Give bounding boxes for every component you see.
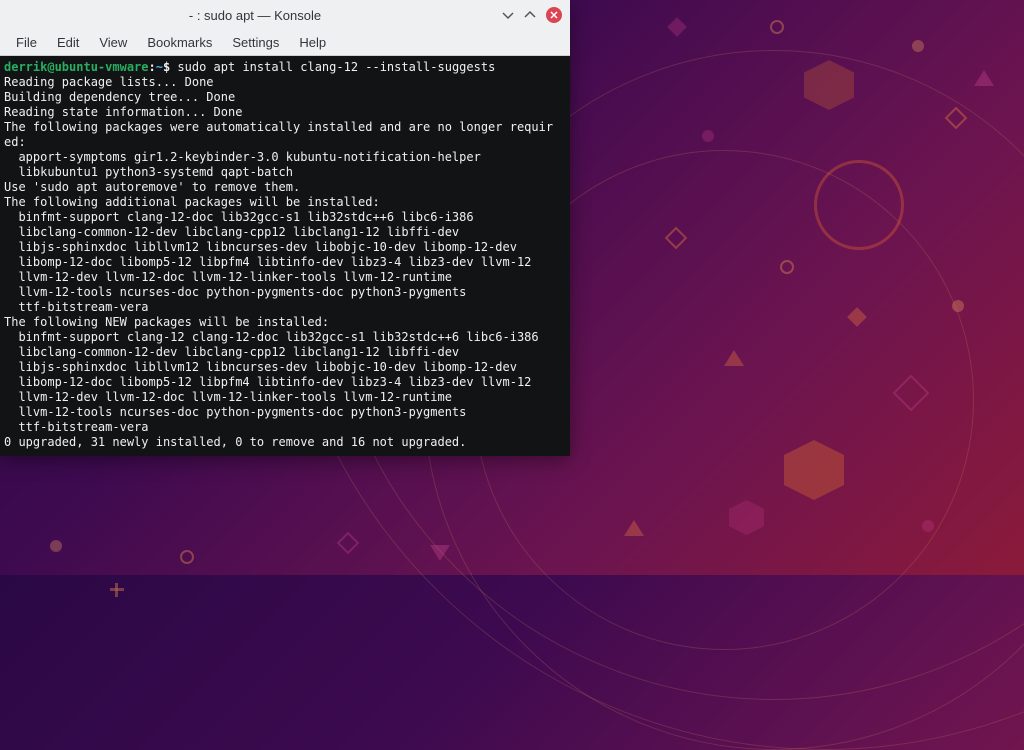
menu-bookmarks[interactable]: Bookmarks [137,32,222,53]
maximize-button[interactable] [524,9,536,21]
terminal-line: The following additional packages will b… [4,195,564,210]
terminal-line: libclang-common-12-dev libclang-cpp12 li… [4,225,564,240]
terminal-line: Building dependency tree... Done [4,90,564,105]
menu-settings[interactable]: Settings [222,32,289,53]
terminal-line: libkubuntu1 python3-systemd qapt-batch [4,165,564,180]
terminal-line: llvm-12-dev llvm-12-doc llvm-12-linker-t… [4,270,564,285]
terminal-line: Reading package lists... Done [4,75,564,90]
terminal-line: libjs-sphinxdoc libllvm12 libncurses-dev… [4,360,564,375]
terminal-line: libomp-12-doc libomp5-12 libpfm4 libtinf… [4,255,564,270]
terminal-line: libomp-12-doc libomp5-12 libpfm4 libtinf… [4,375,564,390]
terminal-line: libclang-common-12-dev libclang-cpp12 li… [4,345,564,360]
terminal-line: 0 upgraded, 31 newly installed, 0 to rem… [4,435,564,450]
terminal-line: ed: [4,135,564,150]
terminal-line: llvm-12-tools ncurses-doc python-pygment… [4,405,564,420]
terminal-line: ttf-bitstream-vera [4,300,564,315]
minimize-button[interactable] [502,9,514,21]
menu-edit[interactable]: Edit [47,32,89,53]
menu-view[interactable]: View [89,32,137,53]
terminal-line: The following NEW packages will be insta… [4,315,564,330]
terminal-output[interactable]: derrik@ubuntu-vmware:~$ sudo apt install… [0,56,570,456]
terminal-line: binfmt-support clang-12 clang-12-doc lib… [4,330,564,345]
terminal-line: Use 'sudo apt autoremove' to remove them… [4,180,564,195]
window-titlebar[interactable]: - : sudo apt — Konsole [0,0,570,30]
window-title: - : sudo apt — Konsole [8,8,502,23]
konsole-window: - : sudo apt — Konsole File Edit View Bo… [0,0,570,456]
terminal-line: apport-symptoms gir1.2-keybinder-3.0 kub… [4,150,564,165]
prompt-line: derrik@ubuntu-vmware:~$ sudo apt install… [4,60,564,75]
terminal-line: llvm-12-tools ncurses-doc python-pygment… [4,285,564,300]
terminal-line: llvm-12-dev llvm-12-doc llvm-12-linker-t… [4,390,564,405]
close-button[interactable] [546,7,562,23]
menu-bar: File Edit View Bookmarks Settings Help [0,30,570,56]
terminal-line: binfmt-support clang-12-doc lib32gcc-s1 … [4,210,564,225]
window-controls [502,7,562,23]
menu-file[interactable]: File [6,32,47,53]
terminal-line: Reading state information... Done [4,105,564,120]
terminal-line: libjs-sphinxdoc libllvm12 libncurses-dev… [4,240,564,255]
menu-help[interactable]: Help [289,32,336,53]
terminal-line: The following packages were automaticall… [4,120,564,135]
terminal-line: ttf-bitstream-vera [4,420,564,435]
